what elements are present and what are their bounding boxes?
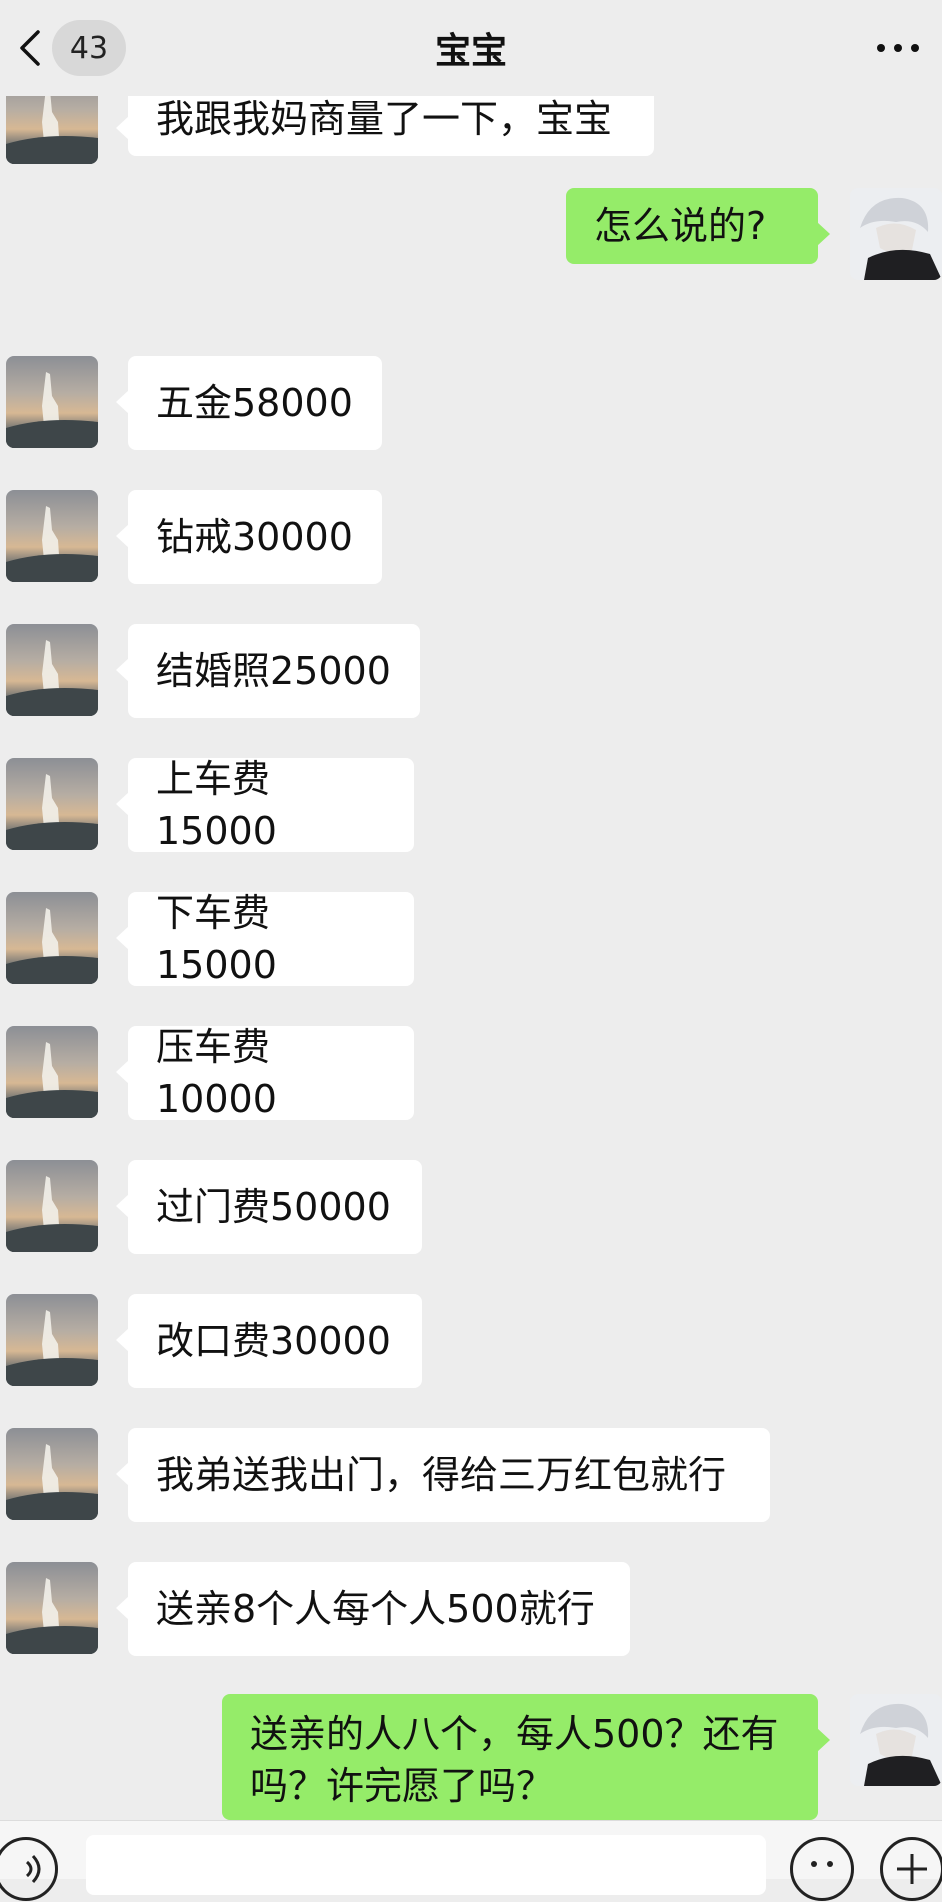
message-bubble[interactable]: 上车费15000 [116, 757, 414, 853]
contact-avatar[interactable] [6, 490, 98, 582]
message-bubble[interactable]: 结婚照25000 [116, 624, 420, 718]
contact-avatar[interactable] [6, 624, 98, 716]
contact-avatar[interactable] [6, 1026, 98, 1118]
my-avatar[interactable] [850, 188, 942, 280]
contact-avatar[interactable] [6, 356, 98, 448]
message-bubble[interactable]: 送亲8个人每个人500就行 [116, 1562, 630, 1656]
message-text: 下车费15000 [156, 891, 277, 987]
contact-avatar[interactable] [6, 1428, 98, 1520]
chat-title: 宝宝 [434, 31, 507, 72]
more-dots-icon [877, 44, 919, 52]
message-text: 过门费50000 [156, 1185, 391, 1229]
message-text: 钻戒30000 [156, 515, 353, 559]
message-text: 我跟我妈商量了一下，宝宝 [156, 97, 613, 141]
message-row: 改口费30000 [0, 1294, 942, 1388]
message-bubble[interactable]: 我弟送我出门，得给三万红包就行 [116, 1428, 770, 1522]
message-row: 钻戒30000 [0, 490, 942, 584]
message-bubble[interactable]: 下车费15000 [116, 891, 414, 987]
more-button[interactable] [868, 26, 928, 70]
message-row: 上车费15000 [0, 757, 942, 853]
contact-avatar[interactable] [6, 1160, 98, 1252]
message-row: 压车费10000 [0, 1025, 942, 1121]
message-bubble[interactable]: 压车费10000 [116, 1025, 414, 1121]
chevron-left-icon [20, 30, 40, 66]
message-input[interactable] [86, 1835, 766, 1895]
back-button[interactable] [10, 22, 50, 74]
message-bubble[interactable]: 怎么说的? [566, 188, 830, 264]
message-text: 送亲的人八个，每人500？还有吗？许完愿了吗？ [250, 1712, 779, 1808]
plus-icon [897, 1854, 927, 1884]
message-text: 上车费15000 [156, 757, 277, 853]
message-bubble[interactable]: 过门费50000 [116, 1160, 422, 1254]
message-text: 五金58000 [156, 381, 353, 425]
message-bubble[interactable]: 五金58000 [116, 356, 382, 450]
message-bubble[interactable]: 改口费30000 [116, 1294, 422, 1388]
chat-header: 43 宝宝 [0, 0, 942, 96]
contact-avatar[interactable] [6, 892, 98, 984]
message-text: 改口费30000 [156, 1319, 391, 1363]
message-bubble[interactable]: 钻戒30000 [116, 490, 382, 584]
contact-avatar[interactable] [6, 758, 98, 850]
message-row: 怎么说的? [0, 188, 942, 280]
contact-avatar[interactable] [6, 1562, 98, 1654]
message-row: 过门费50000 [0, 1160, 942, 1254]
more-functions-button[interactable] [880, 1837, 942, 1901]
message-row: 下车费15000 [0, 891, 942, 987]
message-text: 我弟送我出门，得给三万红包就行 [156, 1453, 727, 1497]
message-text: 送亲8个人每个人500就行 [156, 1587, 595, 1631]
message-row: 送亲的人八个，每人500？还有吗？许完愿了吗？ [0, 1694, 942, 1820]
message-row: 我弟送我出门，得给三万红包就行 [0, 1428, 942, 1522]
message-text: 压车费10000 [156, 1025, 277, 1121]
message-row: 结婚照25000 [0, 624, 942, 718]
emoji-button[interactable] [790, 1837, 854, 1901]
emoji-icon [811, 1861, 833, 1867]
message-text: 结婚照25000 [156, 649, 391, 693]
my-avatar[interactable] [850, 1694, 942, 1786]
message-text: 怎么说的? [594, 204, 767, 248]
message-bubble[interactable]: 送亲的人八个，每人500？还有吗？许完愿了吗？ [222, 1694, 830, 1820]
contact-avatar[interactable] [6, 1294, 98, 1386]
message-row: 五金58000 [0, 356, 942, 450]
message-row: 送亲8个人每个人500就行 [0, 1562, 942, 1656]
voice-button[interactable] [0, 1837, 58, 1901]
unread-count-badge[interactable]: 43 [52, 20, 126, 76]
voice-icon [25, 1854, 41, 1884]
input-bar [0, 1820, 942, 1901]
chat-area: 我跟我妈商量了一下，宝宝 怎么说的? 五金58000 钻戒30000 结婚照25… [0, 0, 942, 1820]
